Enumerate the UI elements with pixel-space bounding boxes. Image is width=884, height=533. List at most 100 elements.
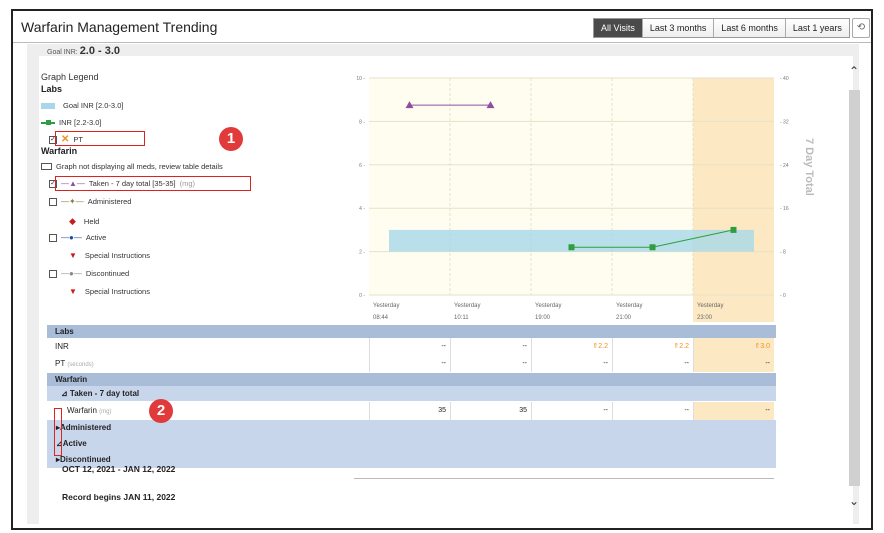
- inr-point: [649, 244, 656, 251]
- legend-special-2: ▼ Special Instructions: [69, 287, 150, 296]
- active-dot-icon: —●—: [61, 233, 82, 242]
- pt-row-label: PT (seconds): [55, 359, 94, 368]
- table-cell: ⇑3.0: [693, 338, 774, 355]
- legend-not-displaying: Graph not displaying all meds, review ta…: [41, 162, 223, 171]
- refresh-icon[interactable]: ⟲: [852, 18, 870, 38]
- annotation-box-pt: [55, 131, 145, 146]
- active-checkbox[interactable]: [49, 233, 57, 242]
- filter-last-3-months[interactable]: Last 3 months: [642, 19, 715, 37]
- annotation-badge-2: 2: [149, 399, 173, 423]
- inr-trend-chart: 10 - - 40 8 - - 32 6 - - 24 4 - - 16 2 - - 8 0 - - …: [356, 76, 814, 322]
- administered-star-icon: —✦—: [61, 197, 84, 206]
- scroll-thumb[interactable]: [849, 90, 860, 486]
- legend-title: Graph Legend: [41, 72, 99, 82]
- goal-inr-label: Goal INR:: [47, 49, 78, 56]
- legend-not-displaying-label: Graph not displaying all meds, review ta…: [56, 162, 223, 171]
- graph-legend: Graph Legend Labs Goal INR [2.0-3.0] INR…: [41, 66, 341, 316]
- table-cell: --: [369, 355, 450, 372]
- table-cell: 35: [369, 402, 450, 420]
- held-diamond-icon: ◆: [69, 216, 76, 226]
- y-tick-right: - 16: [780, 206, 789, 212]
- legend-special-2-label: Special Instructions: [84, 287, 150, 296]
- legend-held: ◆ Held: [69, 216, 99, 227]
- discontinued-checkbox[interactable]: [49, 269, 57, 278]
- x-tick-day: Yesterday: [535, 303, 561, 309]
- legend-discontinued-label: Discontinued: [85, 269, 130, 278]
- table-cell: --: [450, 338, 531, 355]
- y-tick-left: 4 -: [359, 206, 365, 212]
- pt-row: PT (seconds) -- -- -- -- --: [47, 355, 776, 372]
- table-cell: --: [531, 402, 612, 420]
- current-column-highlight: [693, 78, 774, 322]
- y-tick-left: 0 -: [359, 293, 365, 299]
- table-cell: --: [531, 355, 612, 372]
- legend-goal-inr-label: Goal INR [2.0-3.0]: [63, 101, 124, 110]
- x-tick-time: 08:44: [373, 315, 389, 321]
- goal-band-swatch: [41, 102, 55, 109]
- legend-inr-label: INR [2.2-3.0]: [59, 118, 102, 127]
- warfarin-heading-row-label: Warfarin: [55, 375, 88, 384]
- table-cell: --: [612, 355, 693, 372]
- inr-point: [568, 244, 575, 251]
- inr-line-icon: [41, 119, 55, 125]
- y-tick-left: 6 -: [359, 163, 365, 169]
- inr-row: INR -- -- ⇑2.2 ⇑2.2 ⇑3.0: [47, 338, 776, 355]
- scroll-down-icon[interactable]: ⌄: [849, 494, 859, 508]
- annotation-box-taken: [55, 176, 251, 191]
- filter-last-6-months[interactable]: Last 6 months: [714, 19, 786, 37]
- table-cell: ⇑2.2: [531, 338, 612, 355]
- legend-held-label: Held: [83, 217, 100, 226]
- table-cell: 35: [450, 402, 531, 420]
- table-icon: [41, 163, 52, 170]
- divider: [354, 478, 774, 479]
- legend-active[interactable]: —●— Active: [49, 233, 106, 242]
- annotation-badge-1: 1: [219, 127, 243, 151]
- table-cell: --: [693, 355, 774, 372]
- labs-heading-row-label: Labs: [55, 327, 74, 336]
- window-frame: Warfarin Management Trending All Visits …: [11, 9, 873, 530]
- legend-administered[interactable]: —✦— Administered: [49, 197, 131, 206]
- legend-special-1-label: Special Instructions: [84, 251, 150, 260]
- legend-labs-heading: Labs: [41, 84, 63, 94]
- header-bar: Warfarin Management Trending All Visits …: [13, 11, 871, 43]
- filter-all-visits[interactable]: All Visits: [594, 19, 643, 37]
- x-tick-time: 10:11: [454, 315, 469, 321]
- legend-warfarin-heading: Warfarin: [41, 146, 78, 156]
- scroll-up-icon[interactable]: ⌃: [849, 64, 859, 78]
- filter-last-1-years[interactable]: Last 1 years: [785, 19, 849, 37]
- administered-checkbox[interactable]: [49, 197, 57, 206]
- record-begins: Record begins JAN 11, 2022: [62, 492, 176, 502]
- trending-panel: Goal INR: 2.0 - 3.0 Graph Legend Labs Go…: [27, 44, 861, 526]
- date-range: OCT 12, 2021 - JAN 12, 2022: [62, 464, 176, 474]
- y-tick-right: - 32: [780, 119, 789, 125]
- scrollbar[interactable]: ⌃ ⌄: [847, 64, 861, 514]
- table-cell: --: [369, 338, 450, 355]
- annotation-box-expanders: [54, 408, 62, 456]
- y2-axis-label: 7 Day Total: [803, 138, 814, 196]
- x-tick-day: Yesterday: [454, 303, 480, 309]
- y-tick-right: - 40: [780, 76, 789, 82]
- labs-heading-row: Labs: [47, 325, 776, 338]
- inr-row-label: INR: [55, 342, 69, 351]
- y-tick-right: - 8: [780, 250, 786, 256]
- legend-administered-label: Administered: [87, 197, 132, 206]
- y-tick-left: 2 -: [359, 250, 365, 256]
- special-triangle-icon: ▼: [69, 287, 77, 296]
- legend-active-label: Active: [85, 233, 107, 242]
- inr-point: [730, 226, 737, 233]
- table-cell: --: [450, 355, 531, 372]
- legend-special-1: ▼ Special Instructions: [69, 251, 150, 260]
- x-tick-time: 19:00: [535, 315, 551, 321]
- warfarin-heading-row: Warfarin: [47, 373, 776, 386]
- x-tick-day: Yesterday: [373, 303, 399, 309]
- x-tick-day: Yesterday: [697, 303, 723, 309]
- page-title: Warfarin Management Trending: [21, 19, 218, 35]
- table-cell: --: [612, 402, 693, 420]
- legend-discontinued[interactable]: —●— Discontinued: [49, 269, 129, 278]
- table-cell: ⇑2.2: [612, 338, 693, 355]
- time-filter-group: All Visits Last 3 months Last 6 months L…: [593, 18, 850, 38]
- warfarin-row-label: Warfarin (mg): [67, 406, 112, 415]
- x-tick-time: 21:00: [616, 315, 632, 321]
- legend-goal-inr: Goal INR [2.0-3.0]: [41, 101, 123, 110]
- y-tick-left: 8 -: [359, 119, 365, 125]
